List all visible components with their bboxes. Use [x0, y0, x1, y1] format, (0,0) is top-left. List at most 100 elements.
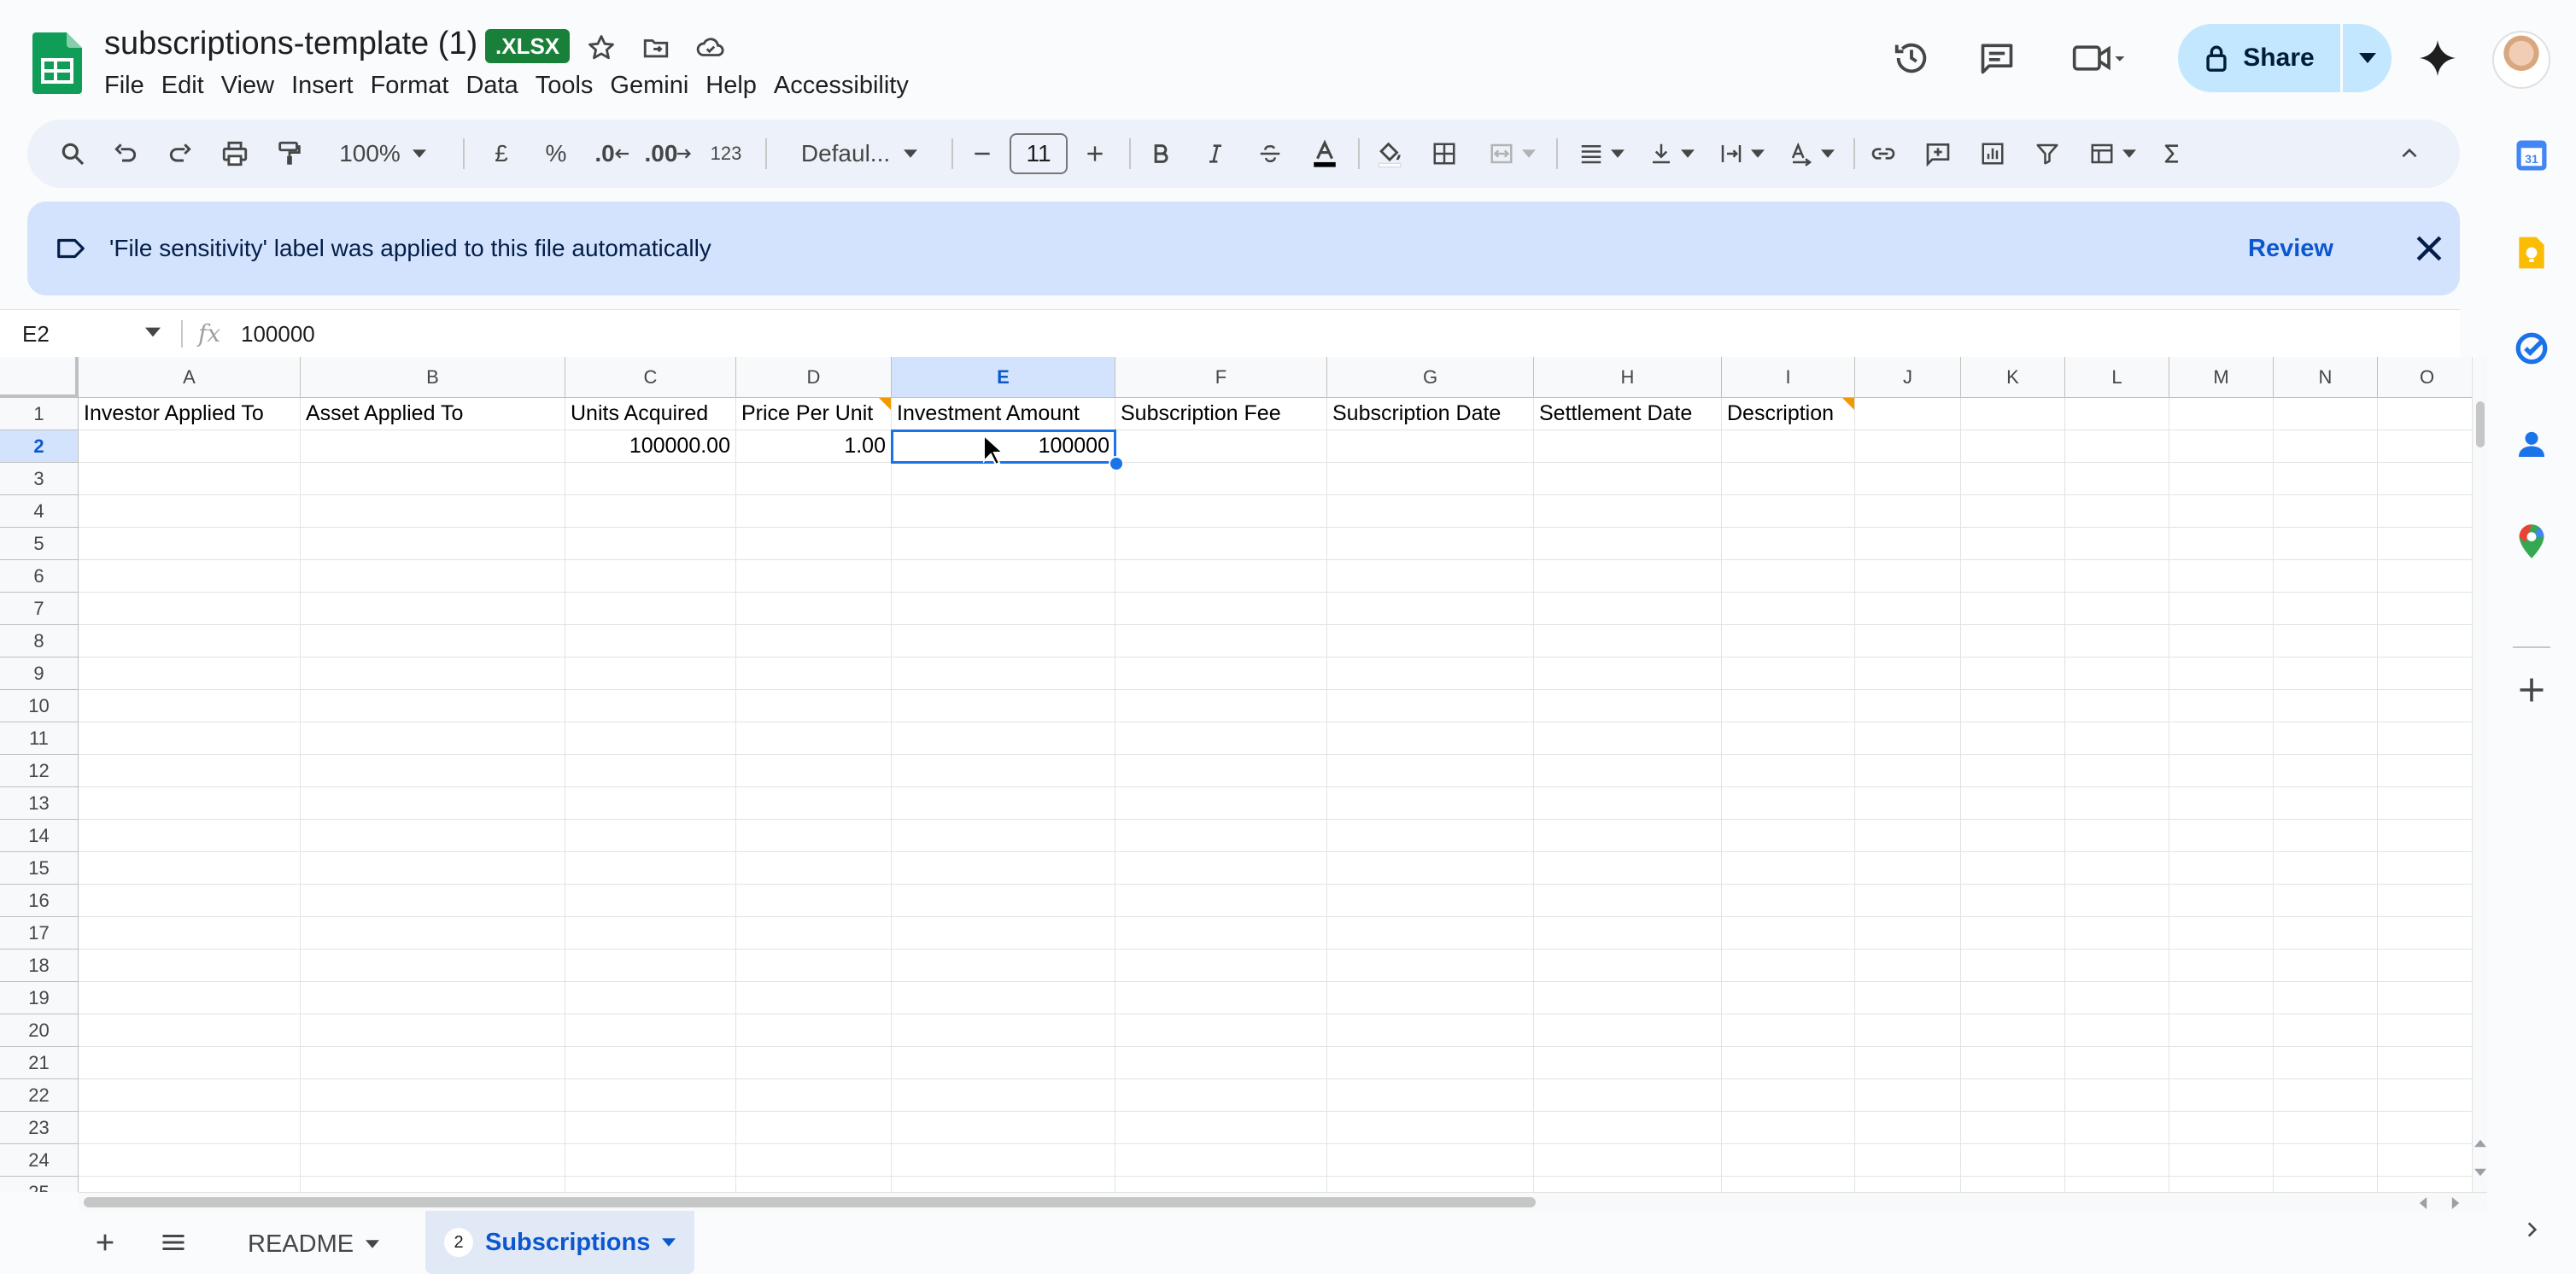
- formula-input[interactable]: 100000: [241, 310, 315, 358]
- cell-m25[interactable]: [2169, 1177, 2274, 1192]
- horizontal-align-icon[interactable]: [1570, 120, 1633, 188]
- cell-d15[interactable]: [736, 852, 892, 885]
- cell-c14[interactable]: [565, 820, 736, 852]
- cell-c6[interactable]: [565, 560, 736, 593]
- contacts-icon[interactable]: [2509, 422, 2554, 466]
- cell-e18[interactable]: [892, 950, 1115, 982]
- cell-c20[interactable]: [565, 1014, 736, 1047]
- cell-n12[interactable]: [2274, 755, 2378, 787]
- currency-format-button[interactable]: £: [480, 120, 523, 188]
- cell-h22[interactable]: [1534, 1079, 1722, 1112]
- cell-h14[interactable]: [1534, 820, 1722, 852]
- cell-d18[interactable]: [736, 950, 892, 982]
- cell-m9[interactable]: [2169, 657, 2274, 690]
- cell-f7[interactable]: [1115, 593, 1327, 625]
- menu-edit[interactable]: Edit: [153, 68, 213, 102]
- cell-h4[interactable]: [1534, 495, 1722, 528]
- cell-b22[interactable]: [301, 1079, 565, 1112]
- cell-k5[interactable]: [1961, 528, 2065, 560]
- vertical-align-icon[interactable]: [1640, 120, 1703, 188]
- cell-b8[interactable]: [301, 625, 565, 657]
- cell-l8[interactable]: [2065, 625, 2169, 657]
- cell-l24[interactable]: [2065, 1144, 2169, 1177]
- collapse-toolbar-icon[interactable]: [2388, 120, 2431, 188]
- cell-d16[interactable]: [736, 885, 892, 917]
- row-header-1[interactable]: 1: [0, 398, 79, 430]
- cell-i7[interactable]: [1722, 593, 1855, 625]
- cell-i18[interactable]: [1722, 950, 1855, 982]
- scroll-up-icon[interactable]: [2474, 1139, 2486, 1148]
- cell-k7[interactable]: [1961, 593, 2065, 625]
- cell-j20[interactable]: [1855, 1014, 1961, 1047]
- cell-f2[interactable]: [1115, 430, 1327, 463]
- cell-i25[interactable]: [1722, 1177, 1855, 1192]
- cell-i10[interactable]: [1722, 690, 1855, 722]
- calendar-icon[interactable]: 31: [2509, 133, 2554, 178]
- cell-f17[interactable]: [1115, 917, 1327, 950]
- row-header-10[interactable]: 10: [0, 690, 79, 722]
- cell-k6[interactable]: [1961, 560, 2065, 593]
- cell-m5[interactable]: [2169, 528, 2274, 560]
- cell-k10[interactable]: [1961, 690, 2065, 722]
- cell-k8[interactable]: [1961, 625, 2065, 657]
- cell-n11[interactable]: [2274, 722, 2378, 755]
- cell-m3[interactable]: [2169, 463, 2274, 495]
- cell-i11[interactable]: [1722, 722, 1855, 755]
- cell-c13[interactable]: [565, 787, 736, 820]
- column-header-n[interactable]: N: [2274, 357, 2378, 398]
- row-header-13[interactable]: 13: [0, 787, 79, 820]
- cell-k15[interactable]: [1961, 852, 2065, 885]
- menu-tools[interactable]: Tools: [527, 68, 602, 102]
- cell-j5[interactable]: [1855, 528, 1961, 560]
- cell-b10[interactable]: [301, 690, 565, 722]
- cell-a5[interactable]: [79, 528, 301, 560]
- cell-o19[interactable]: [2378, 982, 2472, 1014]
- cell-o18[interactable]: [2378, 950, 2472, 982]
- cell-o7[interactable]: [2378, 593, 2472, 625]
- column-header-b[interactable]: B: [301, 357, 565, 398]
- cell-n23[interactable]: [2274, 1112, 2378, 1144]
- sheet-tab-readme[interactable]: README: [231, 1214, 396, 1274]
- row-header-20[interactable]: 20: [0, 1014, 79, 1047]
- cell-k3[interactable]: [1961, 463, 2065, 495]
- cell-i20[interactable]: [1722, 1014, 1855, 1047]
- cell-d11[interactable]: [736, 722, 892, 755]
- cell-d10[interactable]: [736, 690, 892, 722]
- cell-i24[interactable]: [1722, 1144, 1855, 1177]
- cell-n24[interactable]: [2274, 1144, 2378, 1177]
- cell-o11[interactable]: [2378, 722, 2472, 755]
- cell-l25[interactable]: [2065, 1177, 2169, 1192]
- row-header-25[interactable]: 25: [0, 1177, 79, 1192]
- cell-g17[interactable]: [1327, 917, 1534, 950]
- cell-m18[interactable]: [2169, 950, 2274, 982]
- cell-a23[interactable]: [79, 1112, 301, 1144]
- cell-o6[interactable]: [2378, 560, 2472, 593]
- cell-k22[interactable]: [1961, 1079, 2065, 1112]
- cell-b9[interactable]: [301, 657, 565, 690]
- cell-g25[interactable]: [1327, 1177, 1534, 1192]
- cell-n20[interactable]: [2274, 1014, 2378, 1047]
- menu-view[interactable]: View: [213, 68, 283, 102]
- paint-format-icon[interactable]: [268, 120, 311, 188]
- tasks-icon[interactable]: [2509, 326, 2554, 371]
- cell-o24[interactable]: [2378, 1144, 2472, 1177]
- cell-e9[interactable]: [892, 657, 1115, 690]
- cell-e21[interactable]: [892, 1047, 1115, 1079]
- cell-a1[interactable]: Investor Applied To: [79, 398, 301, 430]
- cell-l23[interactable]: [2065, 1112, 2169, 1144]
- cell-b18[interactable]: [301, 950, 565, 982]
- decrease-font-size-icon[interactable]: [962, 120, 1003, 188]
- row-header-21[interactable]: 21: [0, 1047, 79, 1079]
- cell-a9[interactable]: [79, 657, 301, 690]
- insert-chart-icon[interactable]: [1971, 120, 2014, 188]
- cell-n18[interactable]: [2274, 950, 2378, 982]
- cell-i6[interactable]: [1722, 560, 1855, 593]
- cell-m4[interactable]: [2169, 495, 2274, 528]
- fill-handle[interactable]: [1109, 456, 1124, 471]
- cell-c16[interactable]: [565, 885, 736, 917]
- cell-j24[interactable]: [1855, 1144, 1961, 1177]
- cell-d12[interactable]: [736, 755, 892, 787]
- borders-icon[interactable]: [1423, 120, 1466, 188]
- cell-g10[interactable]: [1327, 690, 1534, 722]
- cell-m15[interactable]: [2169, 852, 2274, 885]
